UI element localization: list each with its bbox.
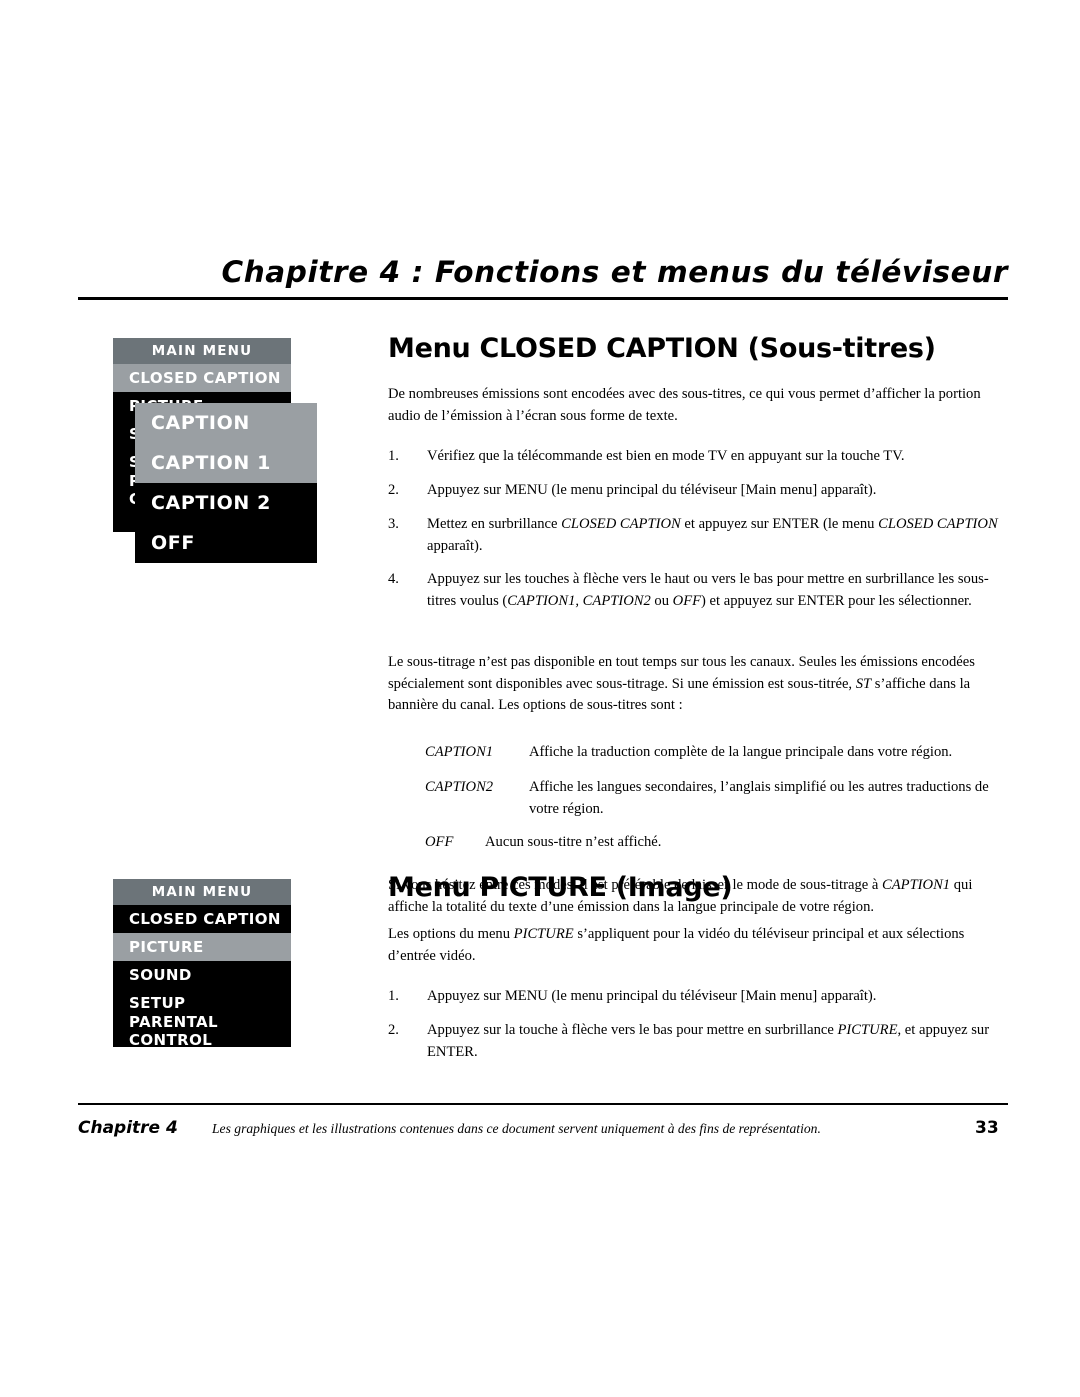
step-item: 3. Mettez en surbrillance CLOSED CAPTION… [388,514,1008,557]
step-text: Appuyez sur la touche à flèche vers le b… [427,1022,990,1060]
definition-item: OFF Aucun sous-titre n’est affiché. [425,832,1015,854]
menu-item-parental-control[interactable]: PARENTAL CONTROL [113,1013,291,1049]
step-text: Vérifiez que la télécommande est bien en… [427,448,905,464]
closed-caption-availability-paragraph: Le sous-titrage n’est pas disponible en … [388,654,975,713]
definition-term: CAPTION2 [425,779,494,795]
picture-intro-paragraph: Les options du menu PICTURE s’appliquent… [388,926,965,964]
step-item: 1. Appuyez sur MENU (le menu principal d… [388,986,1008,1008]
main-menu-header: MAIN MENU [113,879,291,905]
step-text: Mettez en surbrillance CLOSED CAPTION et… [427,516,998,554]
step-number: 2. [388,1022,399,1038]
footer-divider [78,1103,1008,1105]
step-number: 1. [388,448,399,464]
caption-menu-title: CAPTION [135,403,317,443]
definition-term: CAPTION1 [425,744,494,760]
step-number: 3. [388,516,399,532]
step-number: 1. [388,988,399,1004]
definition-item: CAPTION2 Affiche les langues secondaires… [425,777,1012,820]
step-text: Appuyez sur MENU (le menu principal du t… [427,988,877,1004]
menu-item-sound[interactable]: SOUND [113,961,291,989]
section-heading-closed-caption: Menu CLOSED CAPTION (Sous-titres) [388,333,936,364]
menu-item-closed-caption[interactable]: CLOSED CAPTION [113,364,291,392]
definition-text: Affiche la traduction complète de la lan… [529,744,953,760]
menu-item-closed-caption[interactable]: CLOSED CAPTION [113,905,291,933]
step-item: 4. Appuyez sur les touches à flèche vers… [388,569,1008,612]
step-text: Appuyez sur MENU (le menu principal du t… [427,482,877,498]
section-heading-picture: Menu PICTURE (Image) [388,872,733,903]
step-item: 1. Vérifiez que la télécommande est bien… [388,446,1008,468]
main-menu-header: MAIN MENU [113,338,291,364]
footer-note: Les graphiques et les illustrations cont… [212,1121,821,1136]
page-number: 33 [975,1118,999,1138]
title-divider [78,297,1008,300]
tv-caption-menu-graphic: CAPTION CAPTION 1 CAPTION 2 OFF [135,403,317,563]
definition-item: CAPTION1 Affiche la traduction complète … [425,742,1015,764]
closed-caption-intro-paragraph: De nombreuses émissions sont encodées av… [388,386,981,424]
tv-main-menu-graphic-2: MAIN MENU CLOSED CAPTION PICTURE SOUND S… [113,879,291,1049]
menu-item-caption-1[interactable]: CAPTION 1 [135,443,317,483]
menu-item-off[interactable]: OFF [135,523,317,563]
step-item: 2. Appuyez sur MENU (le menu principal d… [388,480,1008,502]
step-number: 2. [388,482,399,498]
step-text: Appuyez sur les touches à flèche vers le… [427,571,989,609]
page-title: Chapitre 4 : Fonctions et menus du télév… [221,255,1008,289]
step-item: 2. Appuyez sur la touche à flèche vers l… [388,1020,1008,1063]
menu-item-caption-2[interactable]: CAPTION 2 [135,483,317,523]
definition-text: Aucun sous-titre n’est affiché. [485,834,662,850]
footer-chapter-label: Chapitre 4 [78,1118,178,1138]
definition-text: Affiche les langues secondaires, l’angla… [529,779,989,817]
definition-term: OFF [425,834,454,850]
menu-item-picture[interactable]: PICTURE [113,933,291,961]
step-number: 4. [388,571,399,587]
